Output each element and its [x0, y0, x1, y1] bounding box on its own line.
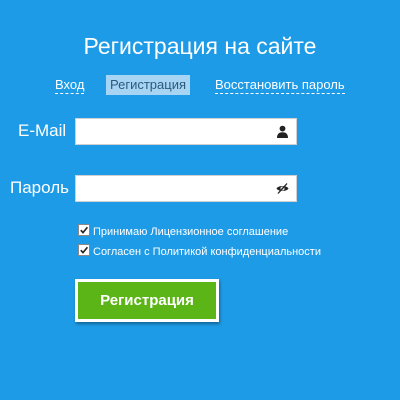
tab-restore-password[interactable]: Восстановить пароль	[215, 76, 345, 94]
email-field-wrapper	[75, 118, 297, 145]
privacy-policy-row: Согласен с Политикой конфиденциальности	[78, 244, 321, 258]
user-icon	[276, 125, 289, 138]
privacy-policy-checkbox[interactable]	[78, 244, 90, 256]
register-button[interactable]: Регистрация	[75, 279, 219, 322]
eye-icon[interactable]	[276, 182, 289, 195]
tab-register[interactable]: Регистрация	[106, 75, 190, 95]
license-agreement-label: Принимаю Лицензионное соглашение	[93, 226, 289, 238]
email-label: E-Mail	[18, 121, 67, 140]
email-field[interactable]	[76, 119, 278, 144]
tab-login[interactable]: Вход	[55, 76, 85, 94]
password-field-wrapper	[75, 175, 297, 202]
license-agreement-row: Принимаю Лицензионное соглашение	[78, 224, 288, 238]
page-title: Регистрация на сайте	[83, 33, 317, 59]
privacy-policy-label: Согласен с Политикой конфиденциальности	[93, 246, 321, 258]
auth-tabs: Вход Регистрация Восстановить пароль	[0, 75, 400, 96]
password-field[interactable]	[76, 176, 278, 201]
license-agreement-checkbox[interactable]	[78, 224, 90, 236]
password-label: Пароль	[10, 178, 69, 197]
